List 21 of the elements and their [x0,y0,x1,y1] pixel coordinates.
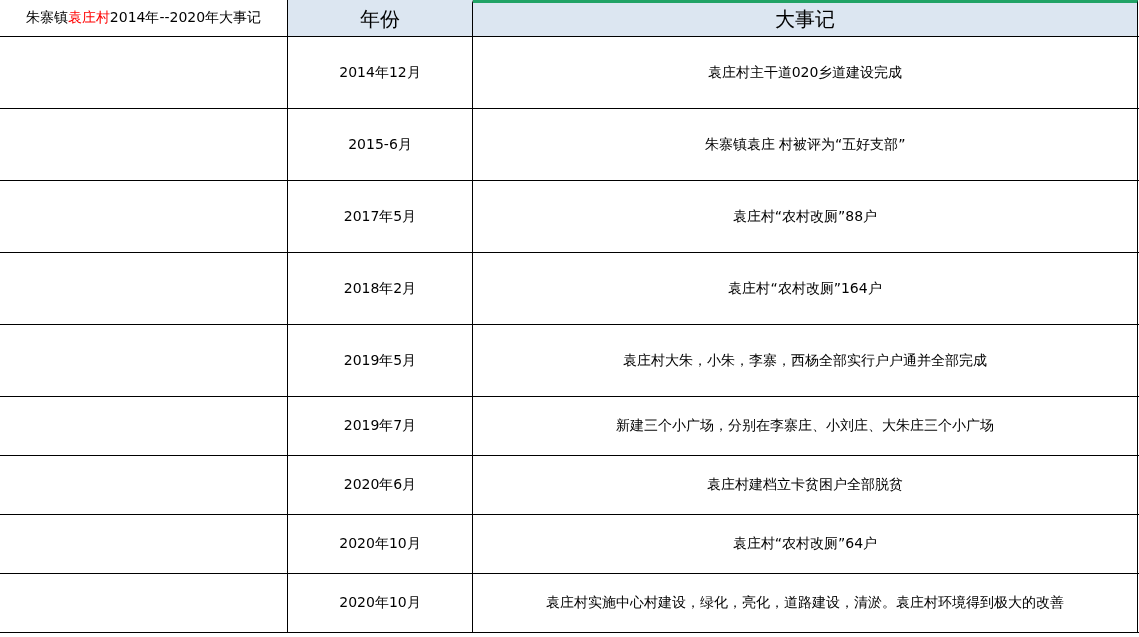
table-cell: 朱寨镇袁庄 村被评为“五好支部” [704,135,906,154]
table-cell: 袁庄村主干道020乡道建设完成 [707,63,903,82]
table-cell: 袁庄村“农村改厕”164户 [728,279,882,298]
table-cell: 袁庄村“农村改厕”88户 [732,207,878,226]
column-header[interactable]: 大事记 [473,0,1138,36]
column-header[interactable]: 年份 [288,0,473,36]
table-cell: 2020年6月 [343,476,417,494]
table-cell: 新建三个小广场，分别在李寨庄、小刘庄、大朱庄三个小广场 [616,417,994,435]
table-cell: 2020年10月 [339,594,421,612]
table-cell: 袁庄村建档立卡贫困户全部脱贫 [707,476,903,494]
table-cell: 袁庄村大朱，小朱，李寨，西杨全部实行户户通并全部完成 [623,351,987,370]
sheet-title: 朱寨镇袁庄村2014年--2020年大事记 [25,9,262,27]
table-cell: 2020年10月 [339,535,421,553]
table-cell: 袁庄村实施中心村建设，绿化，亮化，道路建设，清淤。袁庄村环境得到极大的改善 [546,594,1064,612]
table-cell: 袁庄村“农村改厕”64户 [732,535,878,553]
table-cell: 2019年7月 [343,417,417,435]
table-cell: 2019年5月 [343,351,417,370]
table-cell: 2014年12月 [339,63,421,82]
table-cell: 2017年5月 [343,207,417,226]
table-cell: 2018年2月 [343,279,417,298]
table-cell: 2015-6月 [348,135,412,154]
